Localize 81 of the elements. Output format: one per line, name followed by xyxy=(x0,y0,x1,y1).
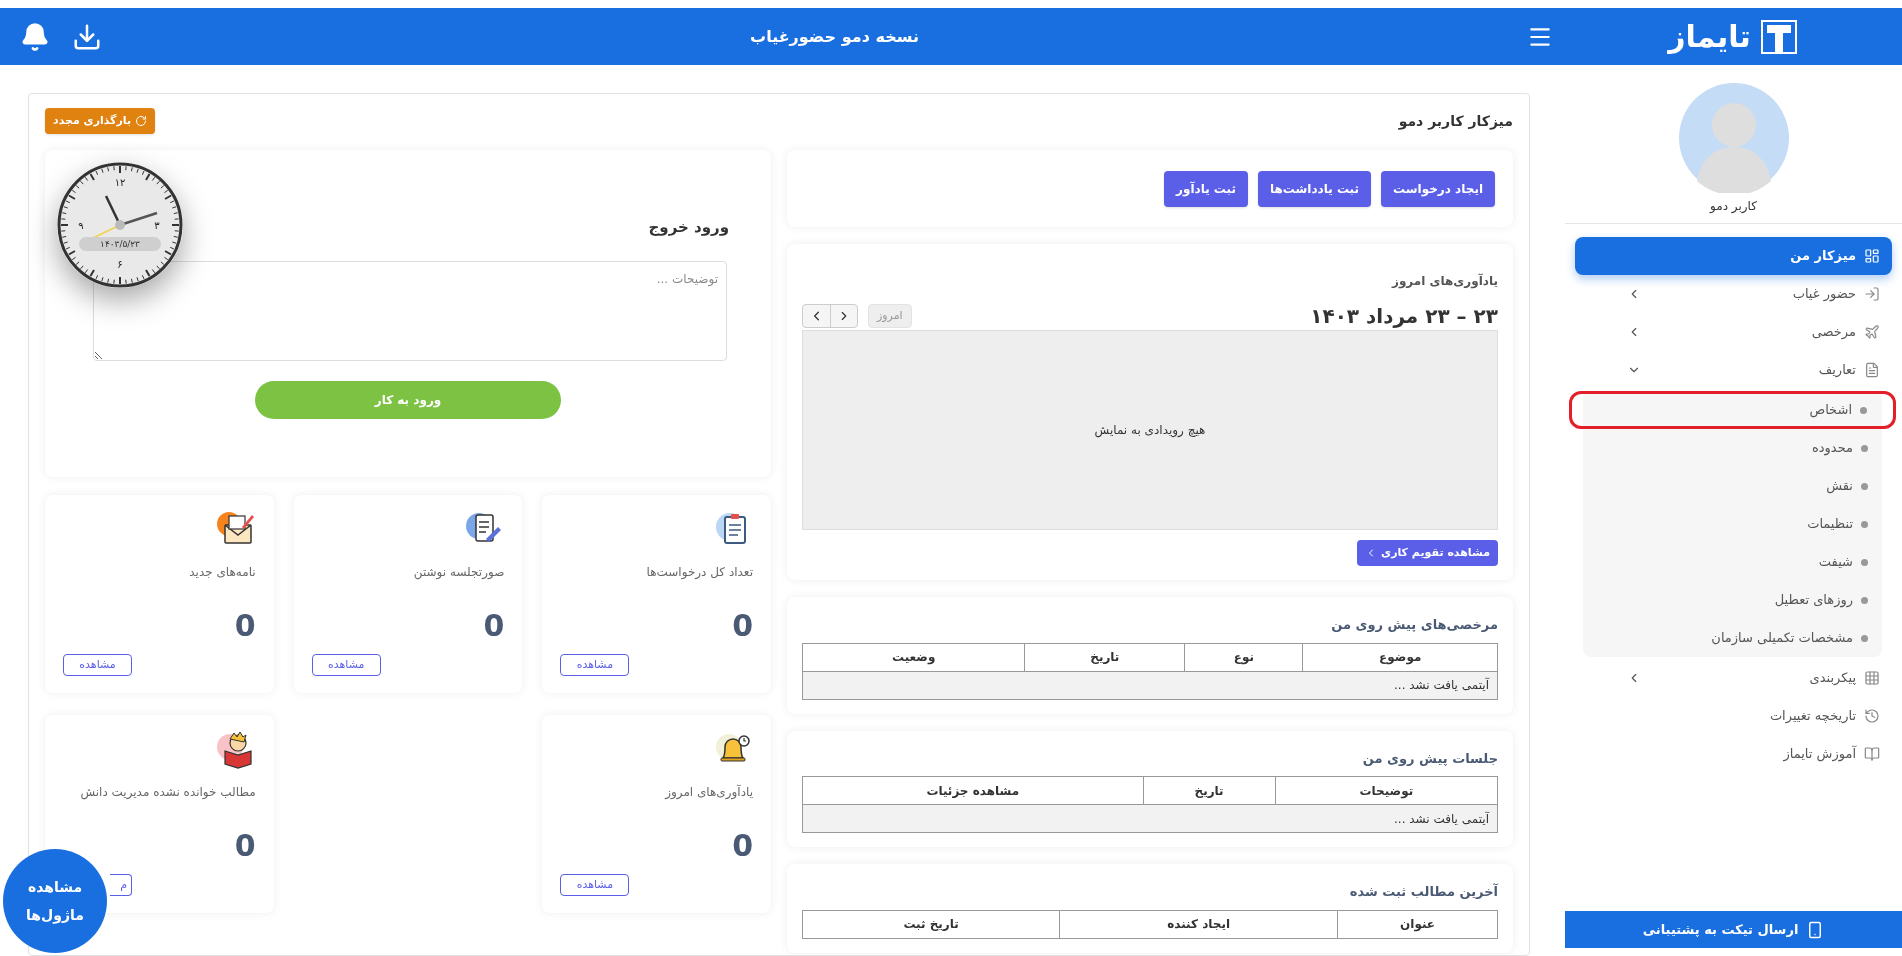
column-header: ایجاد کننده xyxy=(1059,910,1338,938)
column-header: تاریخ xyxy=(1143,776,1276,805)
table-title: مرخصی‌های پیش روی من xyxy=(1330,616,1498,634)
submenu-item[interactable]: تنظیمات xyxy=(1583,505,1882,543)
bullet-icon xyxy=(1860,406,1867,414)
view-button[interactable]: مشاهده xyxy=(63,654,132,676)
clock-numeral: ۹ xyxy=(78,220,84,231)
stat-value: 0 xyxy=(731,607,753,645)
column-header: عنوان xyxy=(1337,910,1498,938)
stat-value: 0 xyxy=(482,607,505,645)
bullet-icon xyxy=(1861,520,1868,528)
reload-button[interactable]: بارگذاری مجدد xyxy=(45,108,156,134)
submenu-item[interactable]: اشخاص xyxy=(1569,391,1896,429)
plane-icon xyxy=(1864,324,1880,340)
bullet-icon xyxy=(1861,558,1868,566)
avatar-icon xyxy=(1678,83,1789,193)
calendar-label: یادآوری‌های امروز xyxy=(1390,272,1498,290)
refresh-icon xyxy=(135,115,148,127)
bullet-icon xyxy=(1861,596,1868,604)
notification-bell-icon[interactable] xyxy=(20,21,50,52)
checkin-title: ورود خروج xyxy=(648,217,729,238)
bullet-icon xyxy=(1861,634,1868,642)
history-icon xyxy=(1864,708,1880,724)
column-header: نوع xyxy=(1184,643,1303,671)
stat-label: تعداد کل درخواست‌ها xyxy=(645,564,753,581)
dashboard-icon xyxy=(1864,248,1880,264)
logo-text: تایماز xyxy=(1668,18,1751,56)
stat-label: صورتجلسه نوشتن xyxy=(412,564,505,581)
menu-item[interactable]: حضور غیاب xyxy=(1575,275,1892,313)
column-header: تاریخ ثبت xyxy=(802,910,1060,938)
action-button[interactable]: ثبت یادآور xyxy=(1164,170,1248,207)
view-calendar-button[interactable]: مشاهده تقویم کاری xyxy=(1357,540,1498,566)
stat-value: 0 xyxy=(233,827,256,865)
login-icon xyxy=(1864,286,1880,302)
menu-item[interactable]: تاریخچه تغییرات xyxy=(1575,697,1892,735)
user-name: کاربر دمو xyxy=(1710,198,1757,215)
bullet-icon xyxy=(1861,482,1868,490)
dashboard-title: میزکار کاربر دمو xyxy=(1398,111,1513,132)
clock-date: ۱۴۰۳/۵/۲۳ xyxy=(79,237,161,251)
table-title: جلسات پیش روی من xyxy=(1361,749,1498,768)
book-icon xyxy=(1864,746,1880,762)
clock-numeral: ۶ xyxy=(117,259,123,270)
stat-label: یادآوری‌های امروز xyxy=(663,783,753,801)
submenu-item[interactable]: نقش xyxy=(1583,467,1882,505)
view-button[interactable]: مشاهده xyxy=(560,654,630,676)
bullet-icon xyxy=(1861,444,1868,452)
stat-label: نامه‌های جدید xyxy=(188,564,256,581)
app-title: نسخه دمو حضورغیاب xyxy=(749,25,920,48)
calendar-range-title: ۲۳ – ۲۳ مرداد ۱۴۰۳ xyxy=(1310,303,1498,330)
column-header: وضعیت xyxy=(802,643,1025,671)
column-header: موضوع xyxy=(1302,643,1498,671)
stat-label: مطالب خوانده نشده مدیریت دانش xyxy=(79,784,256,801)
support-ticket-button[interactable]: ارسال تیکت به پشتیبانی xyxy=(1565,911,1902,948)
column-header: توضیحات xyxy=(1275,776,1498,805)
empty-row: آیتمی یافت نشد ... xyxy=(802,671,1498,699)
menu-item[interactable]: تعاریف xyxy=(1575,351,1892,389)
menu-item[interactable]: مرخصی xyxy=(1575,313,1892,351)
document-icon xyxy=(1864,362,1880,378)
empty-message: هیچ رویدادی به نمایش xyxy=(1094,422,1206,439)
column-header: تاریخ xyxy=(1024,643,1185,671)
clock-numeral: ۳ xyxy=(154,220,160,231)
action-button[interactable]: ایجاد درخواست xyxy=(1381,170,1495,207)
menu-item[interactable]: پیکربندی xyxy=(1575,659,1892,697)
empty-row: آیتمی یافت نشد ... xyxy=(802,804,1498,833)
menu-item[interactable]: آموزش تایماز xyxy=(1575,735,1892,773)
clock-numeral: ۱۲ xyxy=(114,177,126,188)
submenu-item[interactable]: محدوده xyxy=(1583,429,1882,467)
submenu-item[interactable]: روزهای تعطیل xyxy=(1583,581,1882,619)
action-button[interactable]: ثبت یادداشت‌ها xyxy=(1257,170,1372,207)
menu-item[interactable]: میزکار من xyxy=(1575,237,1892,275)
view-button[interactable]: مشاهده xyxy=(311,654,381,676)
view-button[interactable]: م xyxy=(110,874,132,896)
table-title: آخرین مطالب ثبت شده xyxy=(1348,882,1498,901)
stat-value: 0 xyxy=(233,607,256,645)
submenu-item[interactable]: شیفت xyxy=(1583,543,1882,581)
submenu-item[interactable]: مشخصات تکمیلی سازمان xyxy=(1583,619,1882,657)
stat-value: 0 xyxy=(731,827,753,865)
view-button[interactable]: مشاهده xyxy=(560,874,630,896)
grid-icon xyxy=(1864,670,1880,686)
column-header: مشاهده جزئیات xyxy=(802,776,1144,805)
modules-button[interactable]: مشاهده ماژول‌ها xyxy=(3,849,107,953)
